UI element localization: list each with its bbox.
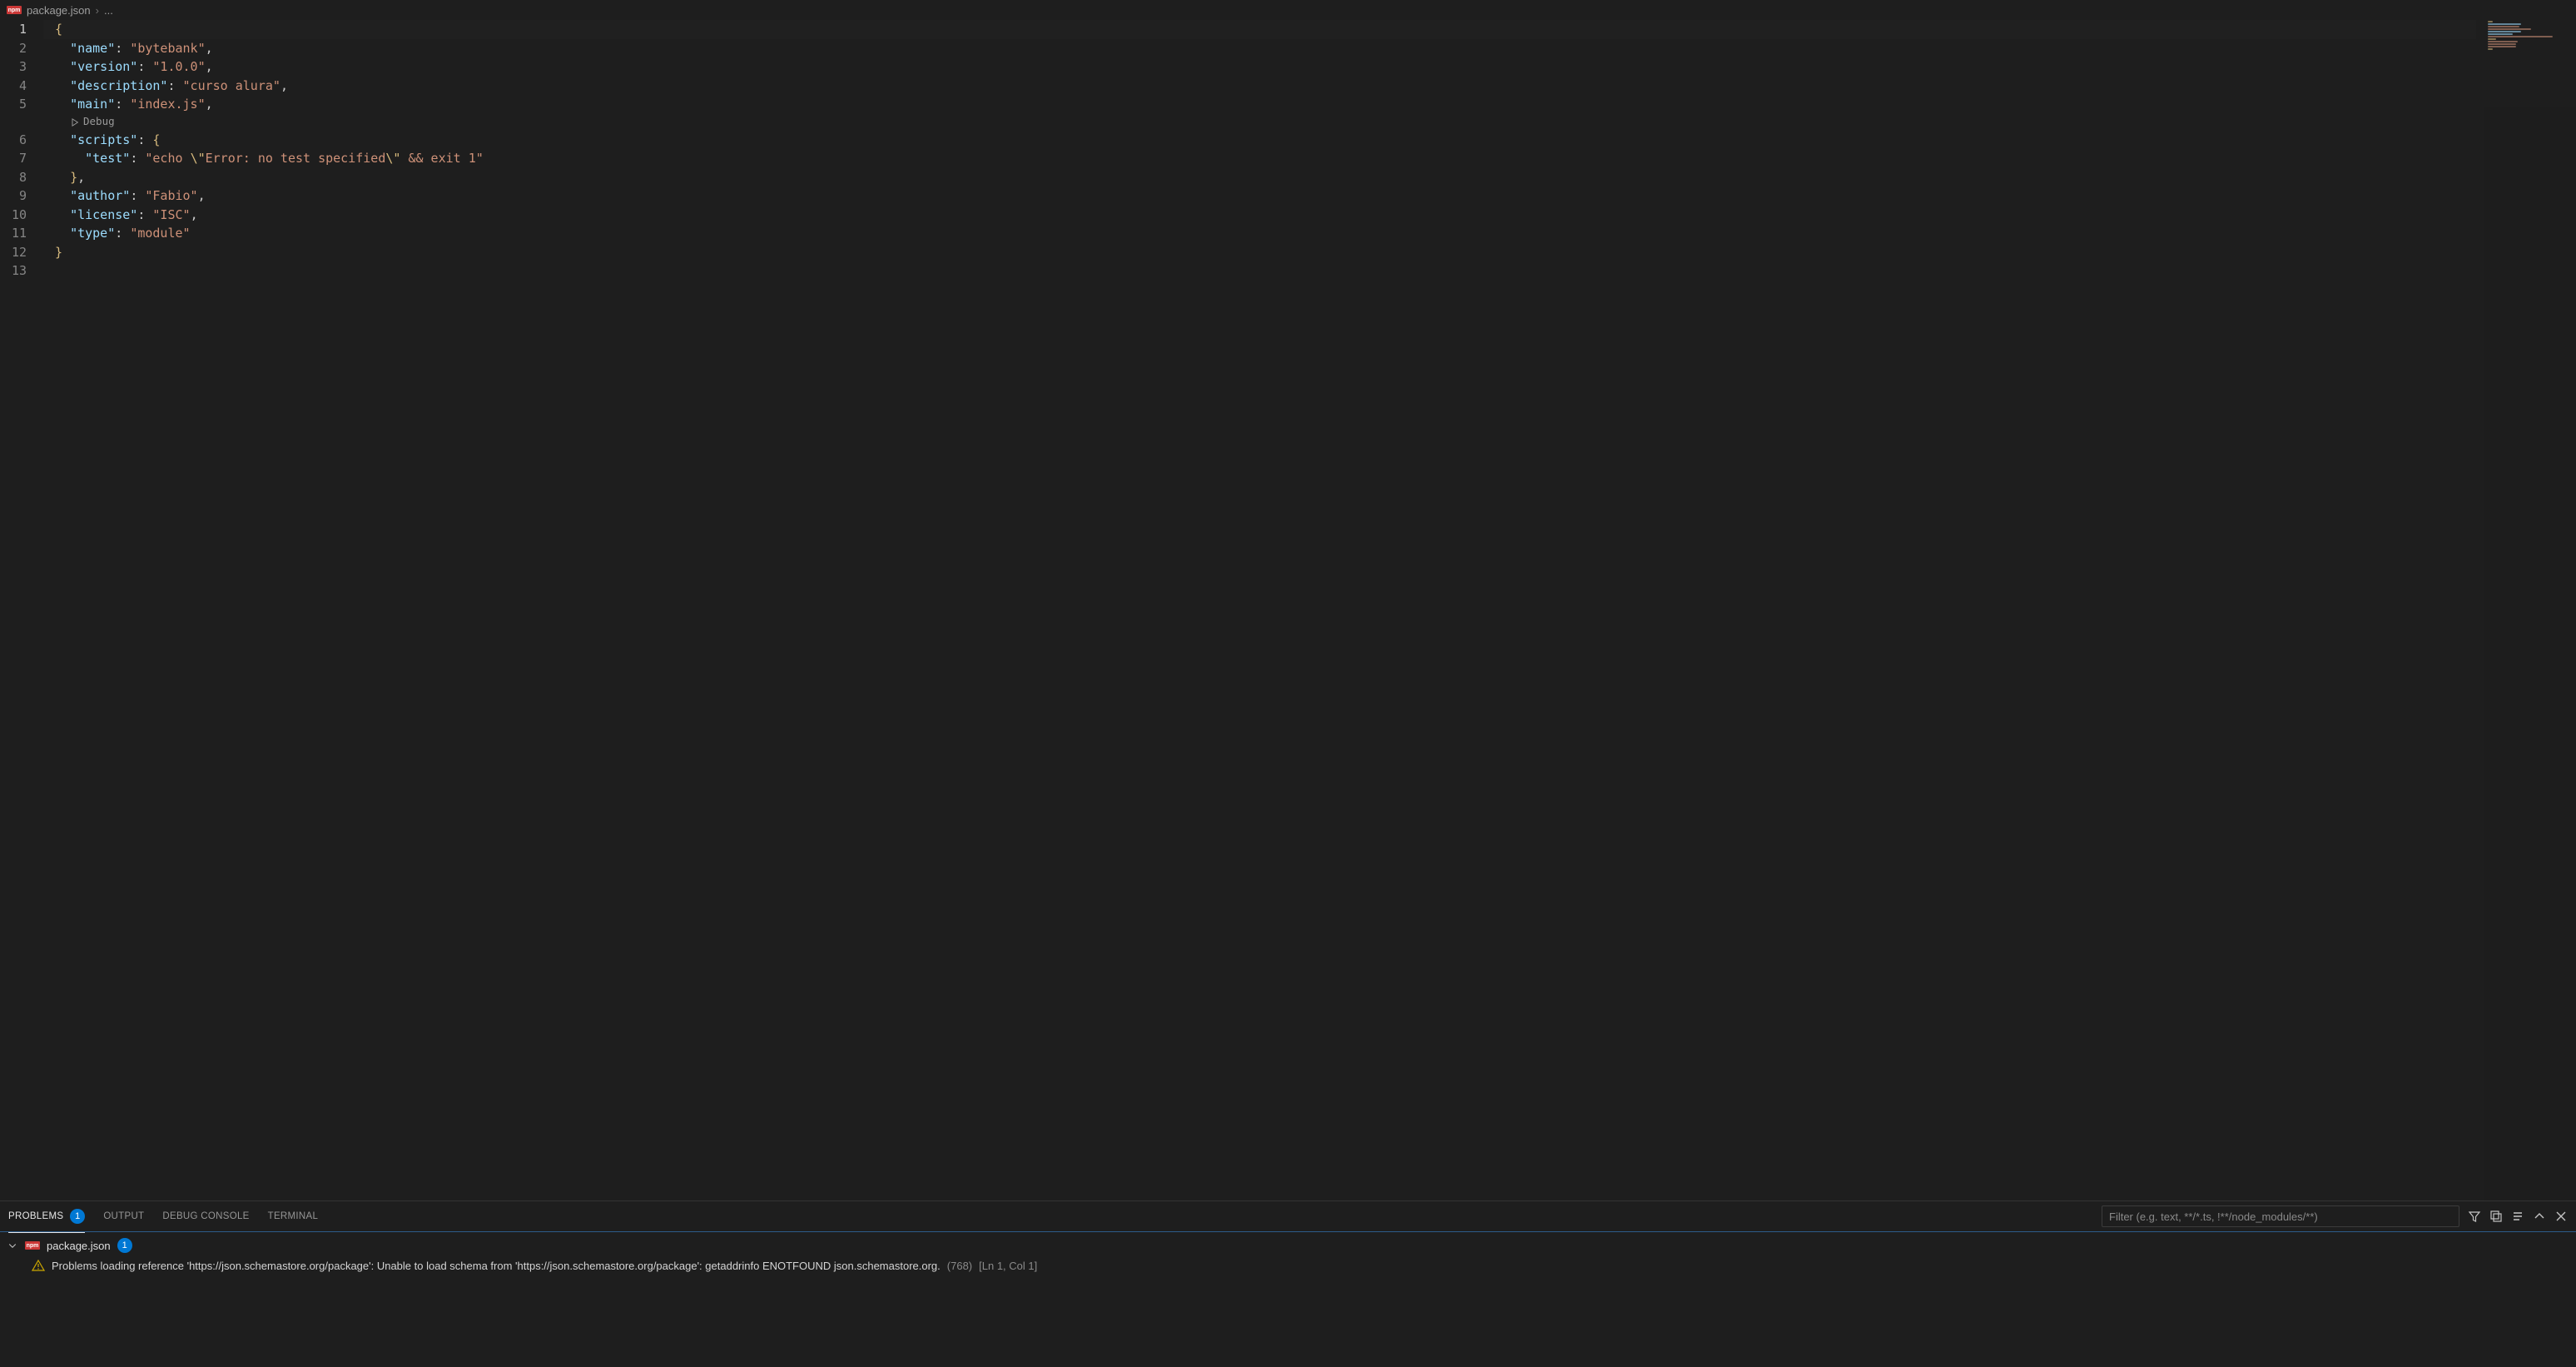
tab-label: OUTPUT (103, 1211, 144, 1221)
tab-label: TERMINAL (268, 1211, 319, 1221)
code-line[interactable]: } (43, 243, 2476, 262)
line-number: 10 (0, 206, 27, 225)
problem-code: (768) (947, 1260, 972, 1272)
problem-location: [Ln 1, Col 1] (979, 1260, 1037, 1272)
problems-body: npm package.json 1 Problems loading refe… (0, 1232, 2576, 1367)
view-as-list-icon[interactable] (2511, 1210, 2524, 1223)
code-line[interactable]: { (43, 20, 2476, 39)
problem-message: Problems loading reference 'https://json… (52, 1260, 941, 1272)
npm-icon: npm (7, 6, 22, 14)
chevron-right-icon: › (96, 4, 99, 17)
chevron-down-icon[interactable] (7, 1240, 18, 1250)
code-line[interactable]: "scripts": { (43, 131, 2476, 150)
code-line[interactable] (43, 261, 2476, 281)
line-number: 8 (0, 168, 27, 187)
line-number: 9 (0, 186, 27, 206)
code-line[interactable]: "description": "curso alura", (43, 77, 2476, 96)
line-gutter: 1 2 3 4 5 6 7 8 9 10 11 12 13 (0, 20, 43, 1200)
tab-terminal[interactable]: TERMINAL (268, 1210, 319, 1223)
maximize-panel-icon[interactable] (2533, 1210, 2546, 1223)
code-line[interactable]: "license": "ISC", (43, 206, 2476, 225)
code-line[interactable]: "test": "echo \"Error: no test specified… (43, 149, 2476, 168)
line-number: 1 (0, 20, 27, 39)
tab-output[interactable]: OUTPUT (103, 1210, 144, 1223)
code-line[interactable]: "version": "1.0.0", (43, 57, 2476, 77)
line-number: 5 (0, 95, 27, 114)
codelens-label: Debug (83, 112, 115, 132)
code-line[interactable]: "type": "module" (43, 224, 2476, 243)
breadcrumb[interactable]: npm package.json › ... (0, 0, 2576, 20)
play-icon (70, 117, 80, 127)
minimap[interactable] (2484, 20, 2576, 1200)
code-line[interactable]: "main": "index.js", (43, 95, 2476, 114)
problems-file-row[interactable]: npm package.json 1 (0, 1235, 2576, 1255)
filter-icon[interactable] (2468, 1210, 2481, 1223)
line-number: 6 (0, 131, 27, 150)
panel-tabs: PROBLEMS 1 OUTPUT DEBUG CONSOLE TERMINAL (0, 1201, 2576, 1231)
bottom-panel: PROBLEMS 1 OUTPUT DEBUG CONSOLE TERMINAL (0, 1200, 2576, 1367)
problems-count-badge: 1 (70, 1209, 85, 1224)
line-number: 2 (0, 39, 27, 58)
npm-icon: npm (25, 1241, 40, 1250)
breadcrumb-ellipsis[interactable]: ... (104, 4, 113, 17)
tab-debug-console[interactable]: DEBUG CONSOLE (162, 1210, 249, 1223)
problems-file-name: package.json (47, 1240, 111, 1252)
code-line[interactable]: }, (43, 168, 2476, 187)
problems-filter-input[interactable] (2102, 1205, 2459, 1227)
warning-icon (32, 1259, 45, 1272)
tab-label: PROBLEMS (8, 1211, 63, 1221)
tab-label: DEBUG CONSOLE (162, 1211, 249, 1221)
code-editor[interactable]: 1 2 3 4 5 6 7 8 9 10 11 12 13 { "name": … (0, 20, 2576, 1200)
breadcrumb-filename[interactable]: package.json (27, 4, 91, 17)
line-number: 7 (0, 149, 27, 168)
line-number: 4 (0, 77, 27, 96)
debug-codelens[interactable]: Debug (43, 114, 2476, 131)
tab-problems[interactable]: PROBLEMS 1 (8, 1207, 85, 1225)
line-number: 3 (0, 57, 27, 77)
line-number: 11 (0, 224, 27, 243)
code-line[interactable]: "name": "bytebank", (43, 39, 2476, 58)
line-number: 13 (0, 261, 27, 281)
problem-item[interactable]: Problems loading reference 'https://json… (0, 1255, 2576, 1275)
code-line[interactable]: "author": "Fabio", (43, 186, 2476, 206)
collapse-all-icon[interactable] (2489, 1210, 2503, 1223)
panel-actions (2102, 1205, 2568, 1227)
close-panel-icon[interactable] (2554, 1210, 2568, 1223)
line-number: 12 (0, 243, 27, 262)
file-problems-badge: 1 (117, 1238, 132, 1253)
code-area[interactable]: { "name": "bytebank", "version": "1.0.0"… (43, 20, 2576, 1200)
